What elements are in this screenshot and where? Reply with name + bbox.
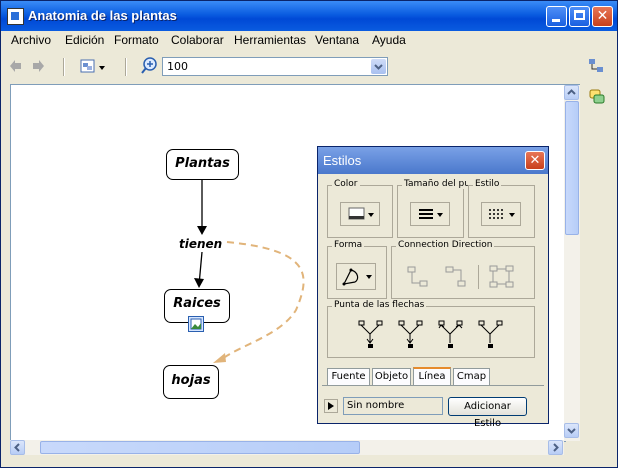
window-title: Anatomia de las plantas	[28, 8, 177, 23]
line-style-group-label: Estilo	[473, 179, 502, 189]
arrowhead-start-icon[interactable]	[438, 319, 464, 351]
direction-right-down-icon[interactable]	[406, 265, 430, 289]
minimize-icon	[552, 19, 560, 22]
menu-colaborar[interactable]: Colaborar	[171, 33, 224, 47]
zoom-value: 100	[167, 60, 188, 73]
zoom-icon[interactable]	[141, 57, 159, 75]
curved-line-icon	[342, 268, 372, 286]
close-icon: ✕	[529, 153, 541, 168]
arrowheads-group-label: Punta de las flechas	[332, 300, 427, 310]
menu-ayuda[interactable]: Ayuda	[372, 33, 406, 47]
close-button[interactable]: ✕	[592, 6, 613, 27]
menu-herramientas[interactable]: Herramientas	[234, 33, 306, 47]
title-bar[interactable]: Anatomia de las plantas ✕	[1, 1, 617, 31]
shape-group-label: Forma	[332, 240, 365, 250]
styles-panel-title: Estilos	[323, 153, 362, 168]
arrowhead-both-ends-icon[interactable]	[358, 319, 384, 351]
vertical-scroll-thumb[interactable]	[565, 101, 579, 235]
close-icon: ✕	[596, 8, 609, 24]
direction-separator	[478, 265, 479, 289]
menu-formato[interactable]: Formato	[114, 33, 159, 47]
app-icon[interactable]	[7, 8, 24, 25]
line-shape-button[interactable]	[336, 263, 376, 290]
view-mode-dropdown[interactable]	[79, 58, 109, 76]
line-color-icon	[348, 207, 374, 220]
concept-node-plantas[interactable]: Plantas	[166, 149, 239, 180]
line-size-group-label: Tamaño del pun	[402, 179, 468, 189]
tab-objeto[interactable]: Objeto	[372, 368, 411, 385]
tab-cmap[interactable]: Cmap	[453, 368, 490, 385]
connection-direction-label: Connection Direction	[396, 240, 495, 250]
dotted-line-icon	[489, 209, 515, 219]
tab-fuente[interactable]: Fuente	[327, 368, 370, 385]
line-thickness-icon	[419, 209, 443, 219]
styles-panel-close-button[interactable]: ✕	[525, 151, 545, 170]
scroll-up-button[interactable]	[564, 85, 579, 100]
maximize-icon	[574, 10, 585, 20]
menu-archivo[interactable]: Archivo	[11, 33, 51, 47]
menu-edicion[interactable]: Edición	[65, 33, 104, 47]
shape-group: Forma	[327, 240, 387, 299]
line-color-button[interactable]	[340, 202, 380, 226]
vertical-scrollbar[interactable]	[564, 84, 580, 441]
color-group: Color	[327, 179, 393, 238]
horizontal-scrollbar[interactable]	[10, 440, 564, 455]
tab-linea[interactable]: Línea	[413, 367, 451, 386]
concept-node-hojas[interactable]: hojas	[163, 365, 219, 399]
line-size-group: Tamaño del pun	[397, 179, 468, 238]
line-thickness-button[interactable]	[410, 202, 450, 226]
styles-panel: Estilos ✕ Color Tamaño del pun Estilo Fo…	[317, 146, 549, 429]
back-arrow-icon[interactable]	[9, 59, 23, 73]
view-mode-icon	[80, 59, 105, 73]
maximize-button[interactable]	[569, 6, 590, 27]
bidirectional-icon[interactable]	[488, 263, 516, 291]
toolbar-separator	[125, 58, 127, 76]
play-triangle-icon	[328, 402, 334, 410]
arrowhead-none-icon[interactable]	[478, 319, 504, 351]
color-group-label: Color	[332, 179, 360, 189]
horizontal-scroll-thumb[interactable]	[40, 441, 360, 454]
line-pattern-button[interactable]	[481, 202, 521, 226]
forward-arrow-icon[interactable]	[31, 59, 45, 73]
line-style-group: Estilo	[468, 179, 535, 238]
scroll-down-button[interactable]	[564, 423, 579, 438]
arrowhead-end-icon[interactable]	[398, 319, 424, 351]
add-style-button[interactable]: Adicionar Estilo	[448, 397, 527, 429]
menu-ventana[interactable]: Ventana	[315, 33, 359, 47]
discussion-icon[interactable]	[589, 89, 605, 105]
scroll-left-button[interactable]	[10, 440, 25, 455]
scroll-right-button[interactable]	[548, 440, 563, 455]
toolbar: 100	[1, 51, 617, 81]
minimize-button[interactable]	[546, 6, 567, 27]
style-name-field[interactable]: Sin nombre	[343, 397, 443, 415]
styles-panel-title-bar[interactable]: Estilos ✕	[318, 147, 548, 174]
zoom-combo[interactable]: 100	[162, 57, 388, 76]
direction-down-right-icon[interactable]	[444, 265, 468, 289]
image-resource-icon[interactable]	[188, 316, 204, 332]
link-phrase-tienen[interactable]: tienen	[179, 237, 222, 251]
chevron-down-icon[interactable]	[371, 59, 386, 74]
arrowheads-group: Punta de las flechas	[327, 300, 535, 358]
toolbar-separator	[63, 58, 65, 76]
menu-bar: Archivo Edición Formato Colaborar Herram…	[1, 31, 617, 49]
connection-direction-group: Connection Direction	[391, 240, 535, 299]
expand-styles-button[interactable]	[324, 399, 338, 413]
network-icon[interactable]	[587, 57, 605, 75]
tab-divider	[322, 385, 544, 386]
